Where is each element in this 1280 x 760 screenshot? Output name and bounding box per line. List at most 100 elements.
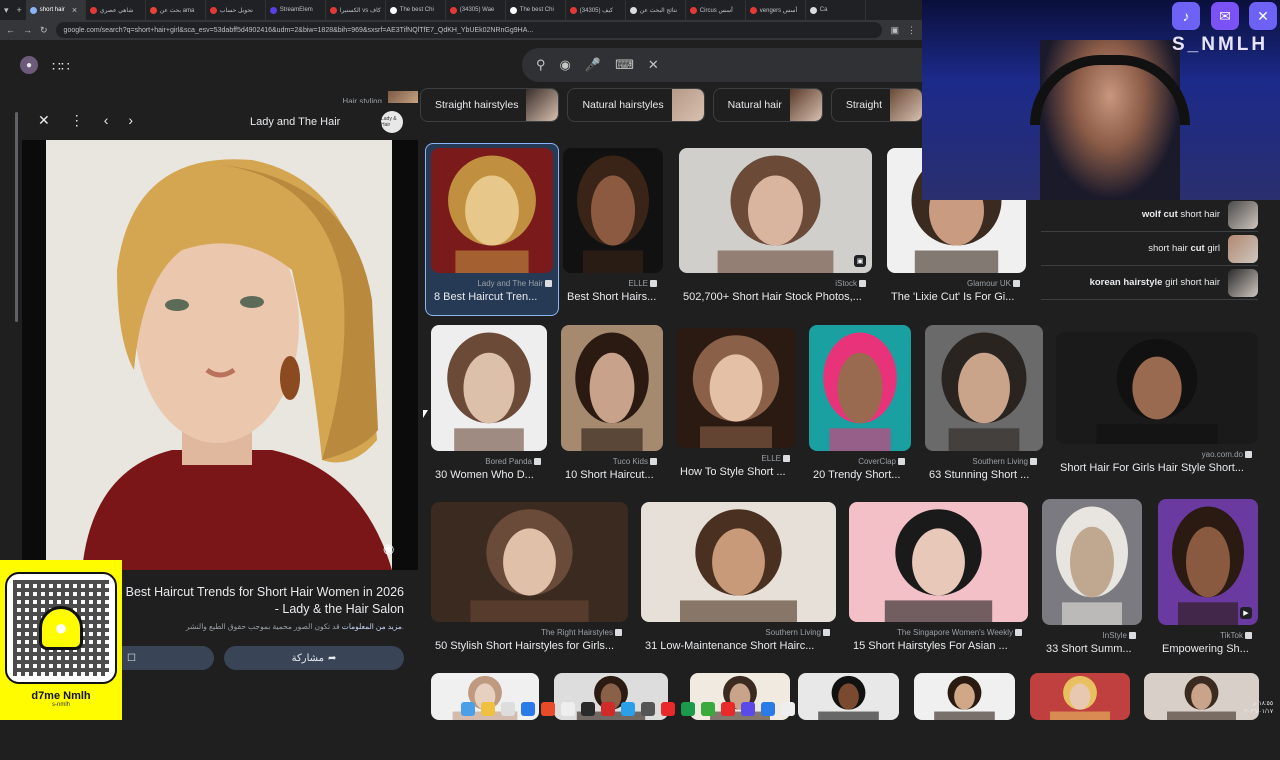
menu-icon[interactable]: ⋮ [907,25,916,36]
save-button[interactable]: ☐ [110,646,214,670]
image-result[interactable]: The Singapore Women's Weekly 15 Short Hai… [849,502,1028,662]
avatar[interactable]: ● [20,56,38,74]
image-result[interactable]: CoverClap 20 Trendy Short... [809,325,911,491]
previous-icon[interactable]: ‹ [104,112,109,129]
result-source[interactable]: Southern Living [765,628,830,637]
tab-2[interactable]: بحث عن ama [146,0,206,20]
share-button[interactable]: مشاركة ➦ [224,646,404,670]
image-result[interactable] [1144,673,1259,760]
chip-1[interactable]: Natural hairstyles [567,88,705,122]
tab-11[interactable]: Circus أسس [686,0,746,20]
result-thumbnail[interactable] [1030,673,1130,720]
image-result[interactable]: Tuco Kids 10 Short Haircut... [561,325,663,491]
reload-icon[interactable]: ↻ [40,25,48,36]
taskbar-app-icon[interactable] [501,701,515,716]
chip-3[interactable]: Straight [830,88,922,122]
result-thumbnail[interactable] [676,328,796,448]
result-thumbnail[interactable] [809,325,911,451]
tab-5[interactable]: الكسنيرا vs كاف [326,0,386,20]
result-caption[interactable]: 33 Short Summ... [1046,643,1146,655]
result-source[interactable]: TikTok [1220,631,1252,640]
result-caption[interactable]: 63 Stunning Short ... [929,469,1047,481]
result-source[interactable]: Glamour UK [967,279,1020,288]
result-caption[interactable]: 30 Women Who D... [435,469,551,481]
taskbar-app-icon[interactable] [521,701,535,716]
result-thumbnail[interactable] [1042,499,1142,625]
result-source[interactable]: Tuco Kids [613,457,657,466]
taskbar-app-icon[interactable] [621,701,635,716]
lens-icon[interactable]: ◉ [560,57,571,73]
result-thumbnail[interactable] [849,502,1028,622]
image-result[interactable]: Southern Living 63 Stunning Short ... [925,325,1043,491]
result-thumbnail[interactable] [641,502,836,622]
result-thumbnail[interactable] [925,325,1043,451]
result-source[interactable]: iStock [835,279,866,288]
preview-image[interactable] [22,140,418,570]
image-result[interactable]: Southern Living 31 Low-Maintenance Short … [641,502,836,662]
image-result[interactable] [1030,673,1130,760]
taskbar-app-icon[interactable] [581,701,595,716]
result-source[interactable]: The Singapore Women's Weekly [897,628,1022,637]
result-thumbnail[interactable] [914,673,1015,720]
image-result[interactable]: yao.com.do Short Hair For Girls Hair Styl… [1056,332,1258,484]
image-result[interactable]: InStyle 33 Short Summ... [1042,499,1142,665]
taskbar-app-icon[interactable] [741,701,755,716]
result-thumbnail[interactable] [431,325,547,451]
result-thumbnail[interactable]: ▶ [1158,499,1258,625]
result-source[interactable]: CoverClap [858,457,905,466]
result-source[interactable]: yao.com.do [1202,450,1252,459]
image-result[interactable]: Bored Panda 30 Women Who D... [431,325,547,491]
more-options-icon[interactable]: ⋮ [70,112,84,129]
tab-10[interactable]: نتائج البحث عن [626,0,686,20]
result-caption[interactable]: The 'Lixie Cut' Is For Gi... [891,291,1030,303]
result-source[interactable]: ELLE [628,279,657,288]
url-field[interactable]: google.com/search?q=short+hair+girl&sca_… [55,22,883,38]
taskbar-app-icon[interactable] [721,701,735,716]
result-caption[interactable]: 31 Low-Maintenance Short Hairc... [645,640,840,652]
result-source[interactable]: The Right Hairstyles [541,628,622,637]
result-caption[interactable]: Short Hair For Girls Hair Style Short... [1060,462,1262,474]
result-source[interactable]: Southern Living [972,457,1037,466]
taskbar-app-icon[interactable] [641,701,655,716]
result-source[interactable]: InStyle [1103,631,1136,640]
tab-13[interactable]: Ca [806,0,866,20]
tab-0[interactable]: short hair × [25,0,86,20]
close-icon[interactable]: ✕ [648,57,659,73]
search-box[interactable]: ⚲ ◉ 🎤 ⌨ ✕ [522,48,922,82]
source-logo-icon[interactable]: Lady & Hair [381,111,403,133]
result-caption[interactable]: 8 Best Haircut Tren... [434,291,556,303]
keyboard-icon[interactable]: ⌨ [615,57,634,73]
forward-icon[interactable]: → [23,25,32,35]
tab-4[interactable]: StreamElem [266,0,326,20]
result-thumbnail[interactable] [1144,673,1259,720]
back-icon[interactable]: ← [6,25,15,35]
taskbar-clock[interactable]: ١٨:٥٥ م ٢٠٢٦/٠١/١٧ [1244,700,1273,716]
taskbar-app-icon[interactable] [481,701,495,716]
tab-8[interactable]: The best Chi [506,0,566,20]
taskbar-app-icon[interactable] [601,701,615,716]
tab-7[interactable]: (34305) Wae [446,0,506,20]
result-caption[interactable]: How To Style Short ... [680,466,800,478]
result-caption[interactable]: 20 Trendy Short... [813,469,915,481]
result-thumbnail[interactable] [431,502,628,622]
image-result[interactable]: ELLE Best Short Hairs... [563,148,663,313]
taskbar-app-icon[interactable] [561,701,575,716]
image-result[interactable]: ▣ iStock 502,700+ Short Hair Stock Photos,… [679,148,872,313]
result-caption[interactable]: 50 Stylish Short Hairstyles for Girls... [435,640,632,652]
image-result[interactable]: ▶ TikTok Empowering Sh... [1158,499,1258,665]
search-icon[interactable]: ⚲ [536,57,546,73]
tab-1[interactable]: شاهي عصري [86,0,146,20]
apps-grid-icon[interactable]: ∷∷ [52,58,70,75]
close-tab-icon[interactable]: × [68,5,81,15]
result-caption[interactable]: Empowering Sh... [1162,643,1262,655]
taskbar-app-icon[interactable] [781,701,795,716]
result-caption[interactable]: 502,700+ Short Hair Stock Photos,... [683,291,876,303]
lens-search-icon[interactable]: ◉ [383,541,394,557]
taskbar-app-icon[interactable] [541,701,555,716]
image-result[interactable]: Lady and The Hair 8 Best Haircut Tren... [425,143,559,316]
next-icon[interactable]: › [128,112,133,129]
chip-0[interactable]: Straight hairstyles [420,88,560,122]
preview-source-name[interactable]: Lady and The Hair [250,116,340,128]
image-result[interactable]: The Right Hairstyles 50 Stylish Short Hai… [431,502,628,662]
tab-12[interactable]: vengers أسس [746,0,806,20]
